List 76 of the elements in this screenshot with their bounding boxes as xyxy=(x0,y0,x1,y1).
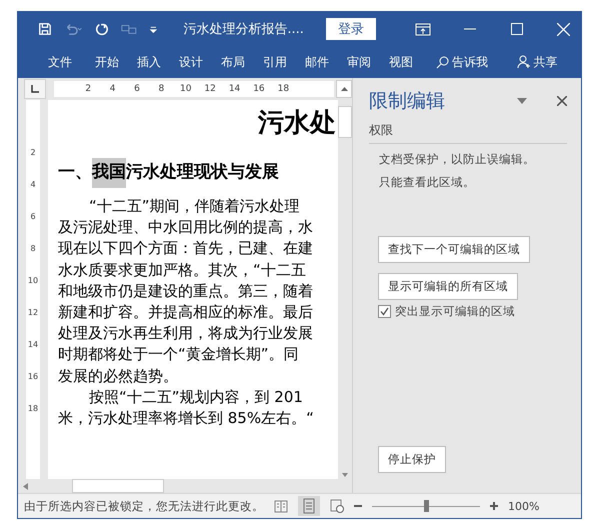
ruler-number: 14 xyxy=(26,338,40,350)
stop-protection-button[interactable]: 停止保护 xyxy=(378,446,446,473)
ruler-number: 18 xyxy=(26,402,40,414)
paragraph-line: 按照“十二五”规划内容，到 201 xyxy=(88,386,304,408)
login-button[interactable]: 登录 xyxy=(326,18,376,40)
status-message: 由于所选内容已被锁定，您无法进行此更改。 xyxy=(24,498,264,514)
paragraph-line: 时期都将处于一个“黄金增长期”。同 xyxy=(58,344,300,366)
ruler-number: 16 xyxy=(252,84,266,94)
checkbox[interactable] xyxy=(378,305,391,318)
quick-access-icon[interactable] xyxy=(120,23,137,35)
share-button[interactable]: 共享 xyxy=(502,54,572,70)
maximize-icon[interactable] xyxy=(510,23,523,35)
minimize-icon[interactable] xyxy=(464,28,476,30)
ribbon-tab[interactable]: 视图 xyxy=(380,54,422,70)
document-heading: 污水处 xyxy=(256,107,337,140)
ribbon-tab[interactable]: 设计 xyxy=(170,54,212,70)
ruler-number: 4 xyxy=(29,178,37,190)
document-title: 污水处理分析报告.... xyxy=(183,21,304,38)
ruler-number: 4 xyxy=(108,84,116,94)
scroll-up-button[interactable] xyxy=(336,80,352,98)
ribbon-tab[interactable]: 引用 xyxy=(254,54,296,70)
paragraph-line: 现在以下四个方面：首先，已建、在建 xyxy=(58,238,314,260)
ribbon-tab[interactable]: 开始 xyxy=(86,54,128,70)
search-icon xyxy=(436,56,449,68)
paragraph-line: “十二五”期间，伴随着污水处理 xyxy=(88,196,301,217)
ruler-number: 12 xyxy=(26,306,40,318)
tell-me-search[interactable]: 告诉我 xyxy=(422,54,502,70)
up-arrow-icon xyxy=(340,87,348,91)
paragraph-line: 发展的必然趋势。 xyxy=(58,366,179,387)
ruler-number: 14 xyxy=(228,84,242,94)
ruler-number: 8 xyxy=(29,242,37,254)
ribbon-tab[interactable]: 文件 xyxy=(34,54,86,70)
left-tab-icon xyxy=(31,85,39,93)
customize-caret-icon[interactable] xyxy=(148,24,158,34)
paragraph-line: 新建和扩容。并提高相应的标准。最后 xyxy=(58,302,314,324)
pane-button[interactable]: 查找下一个可编辑的区域 xyxy=(378,236,530,263)
ribbon-tab[interactable]: 插入 xyxy=(128,54,170,70)
zoom-level[interactable]: 100% xyxy=(508,500,540,512)
scroll-thumb[interactable] xyxy=(338,106,352,138)
paragraph-line: 和地级市仍是建设的重点。第三，随着 xyxy=(58,280,314,302)
checkbox-label: 突出显示可编辑的区域 xyxy=(395,304,515,319)
ribbon-display-icon[interactable] xyxy=(415,22,432,36)
ribbon-tab[interactable]: 邮件 xyxy=(296,54,338,70)
paragraph-line: 及污泥处理、中水回用比例的提高，水 xyxy=(58,217,314,238)
ruler-number: 2 xyxy=(29,146,37,158)
ribbon-tab[interactable]: 布局 xyxy=(212,54,254,70)
read-mode-icon[interactable] xyxy=(274,500,288,512)
ruler-number: 16 xyxy=(26,370,40,382)
save-icon[interactable] xyxy=(38,21,52,37)
ruler-number: 18 xyxy=(276,84,290,94)
ribbon-tab[interactable]: 审阅 xyxy=(338,54,380,70)
pane-button[interactable]: 显示可编辑的所有区域 xyxy=(378,273,518,300)
close-icon[interactable] xyxy=(557,96,567,106)
scroll-thumb[interactable] xyxy=(72,479,164,493)
zoom-in-icon[interactable] xyxy=(490,502,498,510)
ruler-number: 10 xyxy=(26,274,40,286)
paragraph-line: 处理及污水再生利用，将成为行业发展 xyxy=(58,323,314,344)
tab-selector[interactable] xyxy=(24,79,46,99)
ruler-number: 2 xyxy=(84,84,92,94)
pane-title: 限制编辑 xyxy=(369,89,446,114)
print-layout-icon[interactable] xyxy=(298,496,320,516)
paragraph-line: 水水质要求更加严格。其次，“十二五 xyxy=(58,260,307,281)
section-label: 权限 xyxy=(369,122,567,144)
left-arrow-icon xyxy=(23,482,28,490)
ruler-number: 6 xyxy=(29,210,37,222)
web-layout-icon[interactable] xyxy=(330,499,344,513)
ruler-number: 12 xyxy=(203,84,217,94)
person-add-icon xyxy=(516,55,530,69)
ruler-number: 10 xyxy=(179,84,192,94)
paragraph-line: 米，污水处理率将增长到 85%左右。“ xyxy=(58,408,315,430)
redo-icon[interactable] xyxy=(95,21,109,37)
ruler-number: 8 xyxy=(158,84,166,94)
info-text: 只能查看此区域。 xyxy=(379,175,476,190)
dropdown-caret-icon[interactable] xyxy=(517,98,527,104)
info-text: 文档受保护，以防止误编辑。 xyxy=(379,152,536,167)
ruler-number: 6 xyxy=(133,84,141,94)
